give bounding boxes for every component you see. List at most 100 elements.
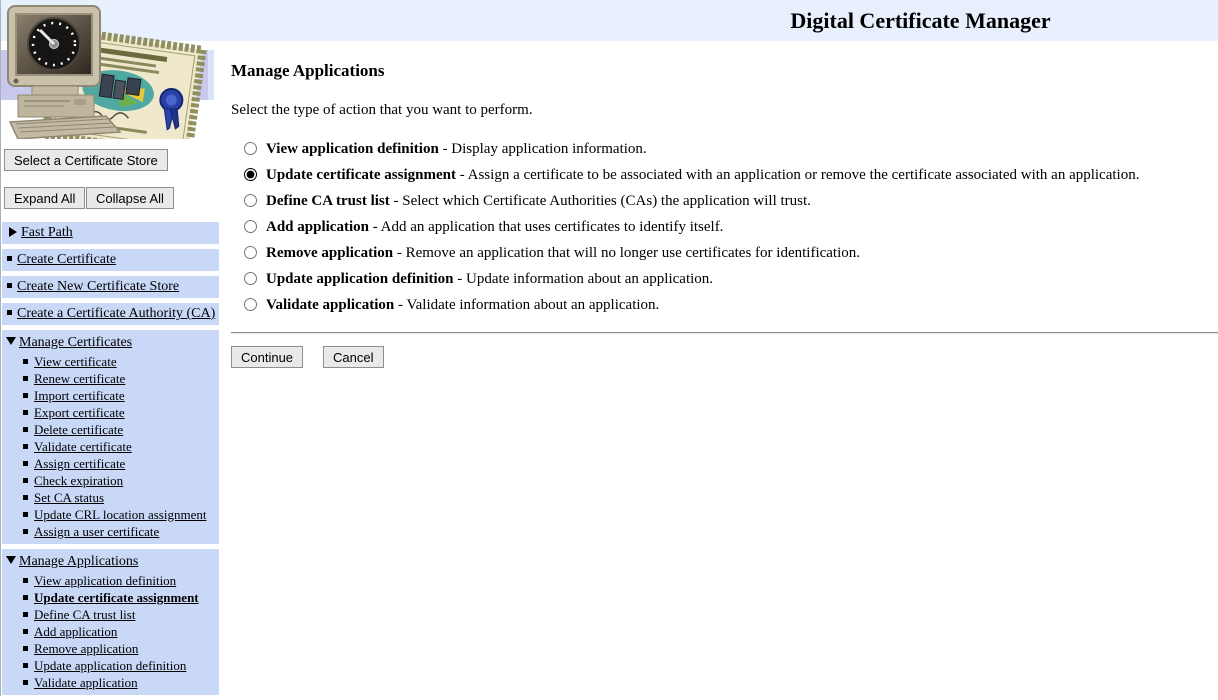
sidebar-item-assign-certificate[interactable]: Assign certificate (34, 456, 125, 471)
option-description: Select which Certificate Authorities (CA… (402, 193, 811, 209)
sidebar-item-create-new-certificate-store[interactable]: Create New Certificate Store (17, 279, 179, 294)
option-separator: - (393, 245, 406, 261)
sidebar-item-update-certificate-assignment[interactable]: Update certificate assignment (34, 590, 199, 605)
sidebar-item-assign-a-user-certificate[interactable]: Assign a user certificate (34, 524, 159, 539)
square-icon (23, 680, 28, 685)
option-description: Add an application that uses certificate… (381, 219, 724, 235)
sidebar-item-remove-application[interactable]: Remove application (34, 641, 138, 656)
sidebar-item-validate-certificate[interactable]: Validate certificate (34, 439, 132, 454)
action-option-update-application-definition[interactable]: Update application definition - Update i… (231, 266, 1218, 292)
square-icon (23, 410, 28, 415)
square-icon (23, 663, 28, 668)
radio-update-certificate-assignment[interactable] (244, 168, 257, 181)
action-option-update-certificate-assignment[interactable]: Update certificate assignment - Assign a… (231, 162, 1218, 188)
sidebar-item-create-a-certificate-authority-ca[interactable]: Create a Certificate Authority (CA) (17, 306, 215, 321)
option-name: View application definition (266, 141, 439, 157)
cancel-button[interactable]: Cancel (323, 346, 383, 368)
option-name: Update application definition (266, 271, 454, 287)
nav-subitem-row: Define CA trust list (2, 606, 219, 623)
continue-button[interactable]: Continue (231, 346, 303, 368)
option-description: Assign a certificate to be associated wi… (468, 167, 1140, 183)
nav-subitem-row: Validate certificate (2, 438, 219, 455)
sidebar-item-fast-path[interactable]: Fast Path (21, 225, 73, 240)
option-name: Update certificate assignment (266, 167, 456, 183)
option-description: Remove an application that will no longe… (406, 245, 860, 261)
dcm-page: Digital Certificate Manager (0, 0, 1218, 696)
nav-subitem-row: Renew certificate (2, 370, 219, 387)
square-icon (23, 578, 28, 583)
nav-subitem-row: Import certificate (2, 387, 219, 404)
nav-subitem-row: Update application definition (2, 657, 219, 674)
select-certificate-store-button[interactable]: Select a Certificate Store (4, 149, 168, 171)
content-intro: Select the type of action that you want … (231, 102, 1218, 119)
nav-subitem-row: View certificate (2, 353, 219, 370)
sidebar-item-validate-application[interactable]: Validate application (34, 675, 138, 690)
action-option-define-ca-trust-list[interactable]: Define CA trust list - Select which Cert… (231, 188, 1218, 214)
sidebar-item-renew-certificate[interactable]: Renew certificate (34, 371, 125, 386)
banner-illustration (4, 2, 210, 139)
sidebar-item-view-certificate[interactable]: View certificate (34, 354, 117, 369)
nav-item-row: Create New Certificate Store (2, 276, 219, 298)
square-icon (23, 529, 28, 534)
sidebar-item-define-ca-trust-list[interactable]: Define CA trust list (34, 607, 135, 622)
action-option-validate-application[interactable]: Validate application - Validate informat… (231, 292, 1218, 318)
radio-add-application[interactable] (244, 220, 257, 233)
nav-subitem-row: Assign a user certificate (2, 523, 219, 540)
square-icon (23, 612, 28, 617)
nav-item-row: Fast Path (2, 222, 219, 244)
option-separator: - (439, 141, 452, 157)
nav-subitem-row: Check expiration (2, 472, 219, 489)
square-icon (23, 595, 28, 600)
nav-section-manage-applications: Manage Applications View application defi… (2, 549, 219, 695)
sidebar-item-add-application[interactable]: Add application (34, 624, 117, 639)
nav-subitem-row: Delete certificate (2, 421, 219, 438)
sidebar-item-view-application-definition[interactable]: View application definition (34, 573, 176, 588)
square-icon (7, 283, 12, 288)
nav-subitem-row: Update certificate assignment (2, 589, 219, 606)
square-icon (7, 256, 12, 261)
arrow-down-icon[interactable] (6, 337, 16, 345)
sidebar-item-export-certificate[interactable]: Export certificate (34, 405, 125, 420)
sidebar-item-delete-certificate[interactable]: Delete certificate (34, 422, 123, 437)
action-option-remove-application[interactable]: Remove application - Remove an applicati… (231, 240, 1218, 266)
sidebar-item-import-certificate[interactable]: Import certificate (34, 388, 125, 403)
radio-validate-application[interactable] (244, 298, 257, 311)
nav-subitem-row: Export certificate (2, 404, 219, 421)
option-separator: - (394, 297, 406, 313)
square-icon (23, 376, 28, 381)
divider (231, 332, 1218, 333)
square-icon (23, 495, 28, 500)
nav-section-header: Manage Certificates (2, 332, 219, 353)
sidebar-item-check-expiration[interactable]: Check expiration (34, 473, 123, 488)
option-name: Remove application (266, 245, 393, 261)
nav-subitem-row: Remove application (2, 640, 219, 657)
radio-define-ca-trust-list[interactable] (244, 194, 257, 207)
collapse-all-button[interactable]: Collapse All (86, 187, 174, 209)
sidebar-item-manage-certificates[interactable]: Manage Certificates (19, 335, 132, 350)
content-heading: Manage Applications (231, 61, 1218, 81)
expand-all-button[interactable]: Expand All (4, 187, 85, 209)
arrow-down-icon[interactable] (6, 556, 16, 564)
nav-subitem-row: View application definition (2, 572, 219, 589)
sidebar-item-update-crl-location-assignment[interactable]: Update CRL location assignment (34, 507, 206, 522)
action-option-view-application-definition[interactable]: View application definition - Display ap… (231, 136, 1218, 162)
option-description: Update information about an application. (466, 271, 713, 287)
sidebar-item-update-application-definition[interactable]: Update application definition (34, 658, 186, 673)
radio-view-application-definition[interactable] (244, 142, 257, 155)
sidebar-item-set-ca-status[interactable]: Set CA status (34, 490, 104, 505)
nav-subitem-row: Update CRL location assignment (2, 506, 219, 523)
option-separator: - (456, 167, 468, 183)
square-icon (7, 310, 12, 315)
sidebar-item-create-certificate[interactable]: Create Certificate (17, 252, 116, 267)
action-options-group: View application definition - Display ap… (231, 136, 1218, 318)
nav-section-manage-certificates: Manage Certificates View certificate Renew… (2, 330, 219, 544)
option-separator: - (390, 193, 403, 209)
radio-remove-application[interactable] (244, 246, 257, 259)
square-icon (23, 393, 28, 398)
form-buttons: Continue Cancel (231, 346, 1218, 368)
square-icon (23, 629, 28, 634)
radio-update-application-definition[interactable] (244, 272, 257, 285)
arrow-right-icon[interactable] (9, 227, 17, 237)
sidebar-item-manage-applications[interactable]: Manage Applications (19, 554, 138, 569)
action-option-add-application[interactable]: Add application - Add an application tha… (231, 214, 1218, 240)
